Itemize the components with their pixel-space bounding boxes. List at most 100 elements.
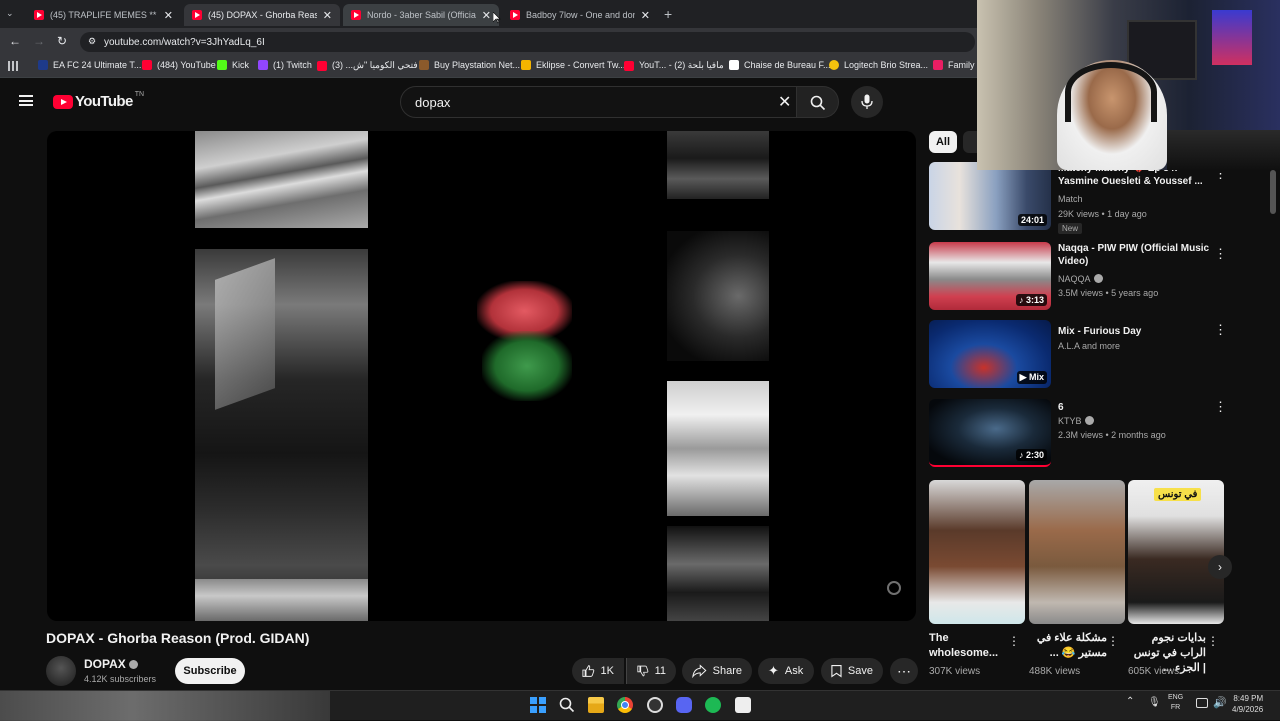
tab-title: Badboy 7low - One and done (: [526, 10, 635, 20]
share-button[interactable]: Share: [682, 658, 752, 684]
file-explorer-icon[interactable]: [588, 697, 604, 713]
bookmark-item[interactable]: Family F: [933, 60, 983, 70]
volume-icon[interactable]: 🔊: [1213, 696, 1227, 709]
like-button[interactable]: 1K: [572, 658, 624, 684]
reload-icon[interactable]: ↻: [57, 34, 67, 48]
save-button[interactable]: Save: [821, 658, 883, 684]
short-title[interactable]: مشكلة علاء في مستير 😂 ...: [1029, 631, 1107, 661]
close-icon[interactable]: ✕: [641, 9, 650, 22]
bookmark-item[interactable]: (1) Twitch: [258, 60, 312, 70]
video-frame-faces: [667, 131, 769, 199]
thumbs-down-icon: [637, 665, 649, 677]
youtube-favicon-icon: [624, 60, 634, 71]
language-indicator[interactable]: ENG FR: [1168, 693, 1183, 713]
address-bar[interactable]: ⚙ youtube.com/watch?v=3JhYadLq_6I: [80, 32, 975, 52]
bookmark-item[interactable]: (484) YouTube: [142, 60, 216, 70]
bookmark-favicon-icon: [729, 60, 739, 70]
more-vertical-icon[interactable]: ⋮: [1214, 399, 1227, 415]
verified-icon: [128, 660, 138, 669]
recommendation-item[interactable]: 24:01 Matchy Matchy 💔 Ep 34: Yasmine Oue…: [929, 162, 1229, 234]
menu-icon[interactable]: [19, 95, 33, 106]
short-thumbnail[interactable]: [1029, 480, 1125, 624]
close-icon[interactable]: ✕: [164, 9, 173, 22]
more-actions-button[interactable]: ⋯: [890, 658, 918, 684]
channel-name[interactable]: A.L.A and more: [1058, 341, 1120, 351]
clear-search-icon[interactable]: ✕: [778, 92, 791, 112]
new-tab-button[interactable]: +: [664, 6, 672, 22]
bookmark-item[interactable]: Eklipse - Convert Tw...: [521, 60, 625, 70]
more-vertical-icon[interactable]: ⋮: [1008, 634, 1020, 648]
tray-chevron-icon[interactable]: ⌃: [1126, 696, 1134, 707]
more-vertical-icon[interactable]: ⋮: [1207, 634, 1219, 648]
close-icon[interactable]: ✕: [323, 9, 332, 22]
more-vertical-icon[interactable]: ⋮: [1214, 322, 1227, 338]
verified-icon: [1084, 416, 1094, 425]
recommendation-item[interactable]: ♪ 2:30 6 KTYB 2.3M views • 2 months ago …: [929, 399, 1229, 469]
more-vertical-icon[interactable]: ⋮: [1107, 634, 1119, 648]
youtube-favicon-icon: [510, 10, 520, 20]
video-thumbnail[interactable]: ▶ Mix: [929, 320, 1051, 388]
channel-name[interactable]: KTYB: [1058, 416, 1094, 426]
youtube-favicon-icon: [142, 60, 152, 70]
short-thumbnail[interactable]: [929, 480, 1025, 624]
bookmark-item[interactable]: Buy Playstation Net...: [419, 60, 520, 70]
apps-grid-icon[interactable]: [8, 61, 18, 71]
watermark-icon[interactable]: [887, 581, 901, 595]
site-info-icon[interactable]: ⚙: [88, 36, 96, 47]
subscribe-button[interactable]: Subscribe: [175, 658, 245, 684]
video-player[interactable]: [47, 131, 916, 621]
short-title[interactable]: The wholesome...: [929, 631, 1007, 661]
tab-badboy[interactable]: Badboy 7low - One and done ( ✕: [502, 4, 658, 26]
shelf-next-button[interactable]: ›: [1208, 555, 1232, 579]
back-icon[interactable]: ←: [9, 34, 21, 48]
bookmark-item[interactable]: Logitech Brio Strea...: [829, 60, 928, 70]
tab-search-icon[interactable]: ⌄: [6, 8, 20, 20]
video-thumbnail[interactable]: 24:01: [929, 162, 1051, 230]
channel-name[interactable]: DOPAX: [84, 657, 138, 671]
bookmark-item[interactable]: YouT... - مافيا بلحة (2): [624, 60, 724, 71]
tab-traplife[interactable]: (45) TRAPLIFE MEMES ** ZGOU ✕: [26, 4, 181, 26]
video-meta: 3.5M views • 5 years ago: [1058, 288, 1159, 298]
ask-button[interactable]: ✦ Ask: [758, 658, 814, 684]
search-input[interactable]: dopax ✕: [400, 86, 797, 118]
discord-icon[interactable]: [676, 697, 692, 713]
channel-avatar[interactable]: [46, 656, 76, 686]
bookmark-item[interactable]: Kick: [217, 60, 249, 70]
url-text: youtube.com/watch?v=3JhYadLq_6I: [104, 36, 265, 48]
network-icon[interactable]: [1196, 698, 1208, 708]
close-icon[interactable]: ✕: [482, 9, 491, 22]
youtube-logo[interactable]: YouTube TN: [53, 91, 144, 110]
short-views: 307K views: [929, 666, 981, 677]
chrome-icon[interactable]: [617, 697, 633, 713]
video-frame-crowd: [195, 249, 368, 621]
video-meta: 29K views • 1 day ago: [1058, 209, 1147, 219]
recommendation-item[interactable]: ▶ Mix Mix - Furious Day A.L.A and more ⋮: [929, 320, 1229, 390]
thumbs-up-icon: [582, 665, 595, 677]
forward-icon[interactable]: →: [33, 34, 45, 48]
obs-icon[interactable]: [647, 697, 663, 713]
bookmark-item[interactable]: فتحي الكوميا "ش... (3): [317, 60, 418, 71]
search-icon[interactable]: [559, 697, 575, 713]
bookmark-item[interactable]: Chaise de Bureau F...: [729, 60, 831, 70]
dislike-button[interactable]: 11: [626, 658, 676, 684]
search-button[interactable]: [797, 86, 839, 118]
system-clock[interactable]: 8:49 PM 4/9/2026: [1232, 693, 1263, 715]
channel-name[interactable]: NAQQA: [1058, 274, 1103, 284]
short-overlay-text: في تونس: [1154, 488, 1202, 501]
short-thumbnail[interactable]: في تونس: [1128, 480, 1224, 624]
bookmark-item[interactable]: EA FC 24 Ultimate T...: [38, 60, 141, 70]
windows-start-icon[interactable]: [530, 697, 546, 713]
chip-all[interactable]: All: [929, 131, 957, 153]
video-thumbnail[interactable]: ♪ 2:30: [929, 399, 1051, 467]
channel-name[interactable]: Match: [1058, 194, 1083, 204]
steam-icon[interactable]: [735, 697, 751, 713]
microphone-tray-icon[interactable]: 🎙: [1148, 697, 1161, 708]
tab-dopax[interactable]: (45) DOPAX - Ghorba Reason (I ✕: [184, 4, 340, 26]
scrollbar[interactable]: [1270, 170, 1276, 214]
more-vertical-icon[interactable]: ⋮: [1214, 246, 1227, 262]
recommendation-item[interactable]: ♪ 3:13 Naqqa - PIW PIW (Official Music V…: [929, 242, 1229, 312]
voice-search-button[interactable]: [851, 86, 883, 118]
video-thumbnail[interactable]: ♪ 3:13: [929, 242, 1051, 310]
tab-nordo[interactable]: Nordo - 3aber Sabil (Official M ✕: [343, 4, 499, 26]
spotify-icon[interactable]: [705, 697, 721, 713]
